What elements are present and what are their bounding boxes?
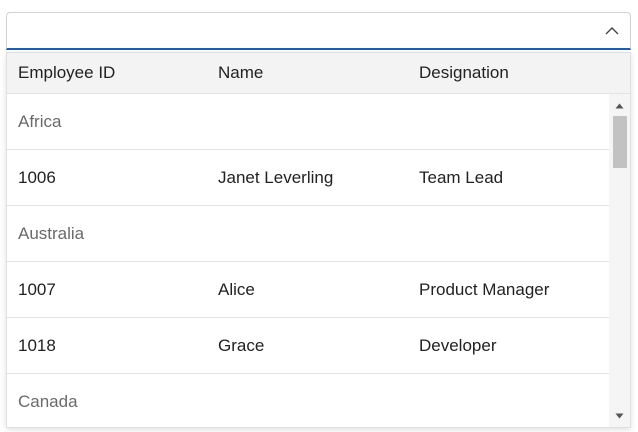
group-header: Africa [7, 94, 609, 150]
designation-cell: Developer [419, 335, 497, 355]
employee-name-cell: Janet Leverling [218, 167, 334, 187]
dropdown-popup: Employee ID Name Designation Africa 1006… [6, 52, 631, 428]
employee-id-cell: 1006 [18, 167, 56, 187]
employee-id-cell: 1007 [18, 279, 56, 299]
chevron-up-icon [605, 27, 619, 35]
list-item[interactable]: 1018 Grace Developer [7, 318, 609, 374]
vertical-scrollbar[interactable] [609, 94, 630, 427]
group-label: Canada [18, 391, 78, 411]
combobox-input[interactable] [7, 13, 594, 48]
triangle-down-icon [615, 413, 624, 419]
employee-id-cell: 1018 [18, 335, 56, 355]
designation-cell: Team Lead [419, 167, 504, 187]
list-item[interactable]: 1006 Janet Leverling Team Lead [7, 150, 609, 206]
group-header: Australia [7, 206, 609, 262]
group-label: Africa [18, 111, 62, 131]
group-header: Canada [7, 374, 609, 427]
header-employee-id: Employee ID [18, 63, 116, 82]
header-name: Name [218, 63, 264, 82]
header-designation: Designation [419, 63, 509, 82]
combobox-toggle-button[interactable] [594, 13, 630, 48]
list-item[interactable]: 1007 Alice Product Manager [7, 262, 609, 318]
group-label: Australia [18, 223, 85, 243]
designation-cell: Product Manager [419, 279, 550, 299]
list-header: Employee ID Name Designation [7, 53, 630, 94]
employee-combobox[interactable] [6, 12, 631, 50]
scroll-up-arrow[interactable] [609, 98, 630, 114]
dropdown-list: Africa 1006 Janet Leverling Team Lead Au… [7, 94, 609, 427]
scroll-down-arrow[interactable] [609, 408, 630, 424]
employee-combobox-widget: Employee ID Name Designation Africa 1006… [0, 0, 638, 432]
triangle-up-icon [615, 103, 624, 109]
employee-name-cell: Alice [218, 279, 255, 299]
scrollbar-thumb[interactable] [613, 116, 627, 168]
employee-name-cell: Grace [218, 335, 265, 355]
